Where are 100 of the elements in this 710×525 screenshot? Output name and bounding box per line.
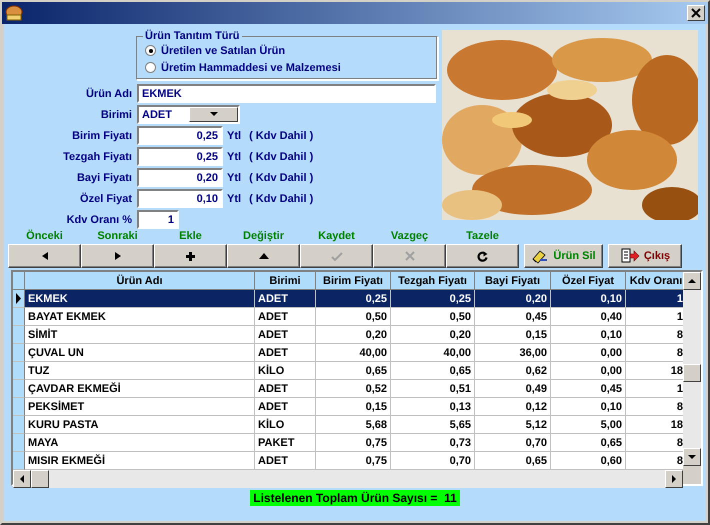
table-cell: 8 — [626, 434, 683, 452]
table-cell: 0,00 — [551, 344, 626, 362]
table-cell: ADET — [255, 290, 316, 308]
table-cell: 0,75 — [316, 434, 391, 452]
table-cell: 0,49 — [475, 380, 551, 398]
column-header[interactable]: Özel Fiyat — [551, 272, 626, 290]
table-cell: 8 — [626, 452, 683, 470]
unit-dropdown[interactable]: ADET — [137, 105, 240, 124]
table-cell: 5,00 — [551, 416, 626, 434]
table-cell: 0,15 — [316, 398, 391, 416]
table-cell: 0,75 — [316, 452, 391, 470]
table-cell: ÇAVDAR EKMEĞİ — [25, 380, 255, 398]
column-header[interactable]: Ürün Adı — [25, 272, 255, 290]
price-field[interactable]: 0,10 — [137, 189, 223, 208]
nav-button[interactable] — [154, 244, 227, 268]
table-cell: KİLO — [255, 362, 316, 380]
table-cell: TUZ — [25, 362, 255, 380]
nav-button[interactable] — [446, 244, 519, 268]
scroll-thumb[interactable] — [31, 470, 49, 488]
column-header[interactable]: Birim Fiyatı — [316, 272, 391, 290]
cross-icon — [404, 251, 414, 261]
table-cell: 8 — [626, 326, 683, 344]
table-cell: 0,20 — [316, 326, 391, 344]
table-cell: 5,65 — [391, 416, 475, 434]
table-cell: BAYAT EKMEK — [25, 308, 255, 326]
horizontal-scrollbar[interactable] — [13, 470, 683, 488]
radio-button[interactable] — [145, 45, 156, 56]
field-label: Birim Fiyatı — [71, 130, 132, 142]
table-cell: 0,12 — [475, 398, 551, 416]
check-icon — [330, 252, 342, 260]
up-arrow-icon — [688, 278, 696, 284]
right-arrow-icon — [672, 475, 676, 483]
radio-option[interactable]: Üretim Hammaddesi ve Malzemesi — [145, 59, 431, 76]
field-label: Bayi Fiyatı — [76, 172, 132, 184]
button-caption: Ekle — [179, 230, 202, 244]
table-cell: 0,62 — [475, 362, 551, 380]
table-cell: 36,00 — [475, 344, 551, 362]
price-field[interactable]: 0,20 — [137, 168, 223, 187]
column-header[interactable]: Tezgah Fiyatı — [391, 272, 475, 290]
field-label: Birimi — [100, 108, 132, 120]
table-cell: 8 — [626, 344, 683, 362]
table-cell: 0,65 — [551, 434, 626, 452]
table-cell: EKMEK — [25, 290, 255, 308]
tax-note: ( Kdv Dahil ) — [249, 130, 314, 142]
radio-button[interactable] — [145, 62, 156, 73]
price-field[interactable]: 0,25 — [137, 126, 223, 145]
column-header[interactable]: Birimi — [255, 272, 316, 290]
price-field[interactable]: 0,25 — [137, 147, 223, 166]
table-cell: ADET — [255, 380, 316, 398]
close-button[interactable] — [687, 5, 705, 21]
tax-note: ( Kdv Dahil ) — [249, 192, 314, 204]
table-cell: 1 — [626, 290, 683, 308]
close-icon — [691, 8, 701, 18]
exit-button[interactable]: Çıkış — [608, 244, 682, 268]
table-cell: 0,10 — [551, 326, 626, 344]
up-arrow-icon — [258, 253, 268, 259]
column-header[interactable]: Bayi Fiyatı — [475, 272, 551, 290]
table-cell: 0,20 — [391, 326, 475, 344]
field-label: Tezgah Fiyatı — [62, 150, 132, 162]
table-cell: 0,10 — [551, 290, 626, 308]
currency-label: Ytl — [227, 172, 242, 184]
button-caption: Sonraki — [97, 230, 138, 244]
table-cell: 0,25 — [391, 290, 475, 308]
nav-button[interactable] — [81, 244, 154, 268]
tax-rate-field[interactable]: 1 — [137, 210, 179, 229]
field-label: Özel Fiyat — [79, 192, 132, 204]
table-cell: 5,68 — [316, 416, 391, 434]
table-cell: 0,50 — [391, 308, 475, 326]
scroll-thumb[interactable] — [683, 364, 701, 382]
table-cell: ÇUVAL UN — [25, 344, 255, 362]
down-arrow-icon — [688, 454, 696, 460]
group-title: Ürün Tanıtım Türü — [144, 30, 241, 42]
table-cell: ADET — [255, 452, 316, 470]
bread-icon — [5, 4, 23, 22]
name-field[interactable]: EKMEK — [137, 84, 436, 103]
plus-icon — [186, 252, 195, 260]
button-caption: Önceki — [26, 230, 63, 244]
nav-button[interactable] — [227, 244, 300, 268]
table-cell: KURU PASTA — [25, 416, 255, 434]
nav-button[interactable] — [8, 244, 81, 268]
table-cell: 0,00 — [551, 362, 626, 380]
tax-note: ( Kdv Dahil ) — [249, 172, 314, 184]
table-cell: 0,65 — [475, 452, 551, 470]
table-cell: PEKSİMET — [25, 398, 255, 416]
button-caption: Değiştir — [243, 230, 284, 244]
table-cell: 0,20 — [475, 290, 551, 308]
vertical-scrollbar[interactable] — [683, 272, 701, 466]
table-cell: 0,15 — [475, 326, 551, 344]
table-cell: 8 — [626, 398, 683, 416]
table-cell: 40,00 — [391, 344, 475, 362]
tax-note: ( Kdv Dahil ) — [249, 150, 314, 162]
table-cell: 0,73 — [391, 434, 475, 452]
table-cell: MAYA — [25, 434, 255, 452]
table-cell: 0,52 — [316, 380, 391, 398]
table-cell: ADET — [255, 344, 316, 362]
column-header[interactable]: Kdv Oranı — [626, 272, 683, 290]
table-cell: 0,10 — [551, 398, 626, 416]
exit-door-icon — [620, 247, 640, 265]
refresh-icon — [477, 250, 488, 262]
radio-option[interactable]: Üretilen ve Satılan Ürün — [145, 42, 431, 59]
